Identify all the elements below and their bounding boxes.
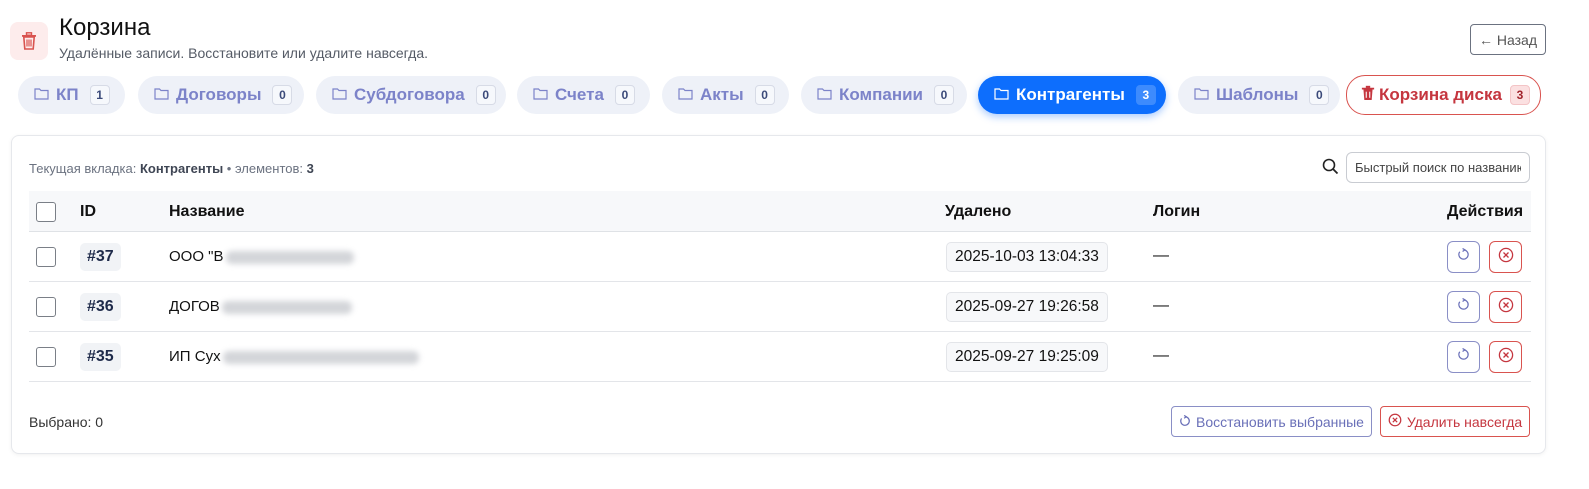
row-name-text: ООО "В xyxy=(169,248,224,265)
column-login[interactable]: Логин xyxy=(1153,203,1200,221)
column-deleted[interactable]: Удалено xyxy=(945,203,1011,221)
row-name: ООО "В xyxy=(169,248,354,265)
folder-icon xyxy=(678,85,693,105)
row-checkbox[interactable] xyxy=(36,347,56,367)
info-tab-name: Контрагенты xyxy=(139,161,224,176)
column-name[interactable]: Название xyxy=(169,203,245,221)
tab-invoices[interactable]: Счета 0 xyxy=(517,76,650,114)
row-name-text: ИП Сух xyxy=(169,348,221,365)
trash-icon xyxy=(10,22,48,60)
info-prefix: Текущая вкладка: xyxy=(29,161,137,176)
row-checkbox[interactable] xyxy=(36,247,56,267)
restore-button[interactable] xyxy=(1447,241,1480,273)
row-checkbox[interactable] xyxy=(36,297,56,317)
search-input[interactable] xyxy=(1346,152,1530,183)
current-tab-info: Текущая вкладка: Контрагенты • элементов… xyxy=(29,161,314,176)
row-login: — xyxy=(1153,247,1169,264)
tab-label: Субдоговора xyxy=(354,85,465,104)
tab-contracts[interactable]: Договоры 0 xyxy=(138,76,304,114)
tab-count-badge: 0 xyxy=(614,85,635,105)
restore-button[interactable] xyxy=(1447,291,1480,323)
selected-count: Выбрано: 0 xyxy=(29,414,104,430)
row-deleted-date: 2025-10-03 13:04:33 xyxy=(946,242,1108,272)
folder-icon xyxy=(154,85,169,105)
tab-count-badge: 3 xyxy=(1509,85,1530,105)
row-id: #37 xyxy=(80,243,121,271)
tab-label: Счета xyxy=(555,85,604,104)
row-name: ИП Сух xyxy=(169,348,419,365)
folder-icon xyxy=(332,85,347,105)
tab-count-badge: 0 xyxy=(475,85,496,105)
row-id: #36 xyxy=(80,293,121,321)
folder-icon xyxy=(817,85,832,105)
row-name: ДОГОВ xyxy=(169,298,352,315)
tab-count-badge: 3 xyxy=(1135,85,1156,105)
table-row: #35 ИП Сух 2025-09-27 19:25:09 — xyxy=(29,332,1531,382)
delete-button[interactable] xyxy=(1489,291,1522,323)
restore-selected-label: Восстановить выбранные xyxy=(1196,413,1364,430)
select-all-checkbox[interactable] xyxy=(36,202,56,222)
tab-count-badge: 1 xyxy=(89,85,110,105)
folder-icon xyxy=(1194,85,1209,105)
tab-count-badge: 0 xyxy=(754,85,775,105)
tab-label: Шаблоны xyxy=(1216,85,1299,104)
restore-selected-button[interactable]: Восстановить выбранные xyxy=(1171,406,1372,437)
tab-label: Договоры xyxy=(176,85,262,104)
table-header: ID Название Удалено Логин Действия xyxy=(29,191,1531,232)
tab-label: КП xyxy=(56,85,79,104)
info-separator: • элементов: xyxy=(226,161,304,176)
back-button[interactable]: ← Назад xyxy=(1470,24,1546,55)
page-title: Корзина xyxy=(59,14,151,41)
tab-counterparties[interactable]: Контрагенты 3 xyxy=(978,76,1166,114)
page-header: Корзина Удалённые записи. Восстановите и… xyxy=(10,14,428,61)
row-login: — xyxy=(1153,297,1169,314)
tab-subcontracts[interactable]: Субдоговора 0 xyxy=(316,76,506,114)
tab-label: Контрагенты xyxy=(1016,85,1125,104)
row-deleted-date: 2025-09-27 19:26:58 xyxy=(946,292,1108,322)
redacted-text xyxy=(225,250,354,264)
delete-forever-label: Удалить навсегда xyxy=(1406,413,1523,430)
trash-icon xyxy=(1361,85,1375,106)
table-row: #36 ДОГОВ 2025-09-27 19:26:58 — xyxy=(29,282,1531,332)
row-deleted-date: 2025-09-27 19:25:09 xyxy=(946,342,1108,372)
row-name-text: ДОГОВ xyxy=(169,298,220,315)
tab-companies[interactable]: Компании 0 xyxy=(801,76,967,114)
folder-icon xyxy=(34,85,49,105)
redacted-text xyxy=(221,300,352,314)
delete-button[interactable] xyxy=(1489,341,1522,373)
restore-icon xyxy=(1457,297,1470,316)
table-row: #37 ООО "В 2025-10-03 13:04:33 — xyxy=(29,232,1531,282)
search-icon xyxy=(1322,158,1339,180)
tab-acts[interactable]: Акты 0 xyxy=(662,76,789,114)
column-actions: Действия xyxy=(1447,203,1524,220)
delete-forever-button[interactable]: Удалить навсегда xyxy=(1380,406,1530,437)
delete-button[interactable] xyxy=(1489,241,1522,273)
tab-templates[interactable]: Шаблоны 0 xyxy=(1178,76,1340,114)
folder-icon xyxy=(994,85,1009,105)
page-subtitle: Удалённые записи. Восстановите или удали… xyxy=(59,45,429,61)
x-circle-icon xyxy=(1498,247,1514,268)
tab-label: Акты xyxy=(700,85,744,104)
restore-button[interactable] xyxy=(1447,341,1480,373)
tab-kp[interactable]: КП 1 xyxy=(18,76,125,114)
folder-icon xyxy=(533,85,548,105)
info-count: 3 xyxy=(306,161,314,176)
x-circle-icon xyxy=(1388,413,1402,430)
tab-count-badge: 0 xyxy=(1309,85,1330,105)
restore-icon xyxy=(1457,247,1470,266)
column-id[interactable]: ID xyxy=(80,203,96,221)
tab-label: Корзина диска xyxy=(1379,85,1502,104)
tab-count-badge: 0 xyxy=(272,85,293,105)
row-login: — xyxy=(1153,347,1169,364)
redacted-text xyxy=(222,350,419,364)
x-circle-icon xyxy=(1498,347,1514,368)
tab-count-badge: 0 xyxy=(934,85,955,105)
trash-card: Текущая вкладка: Контрагенты • элементов… xyxy=(11,135,1546,454)
restore-icon xyxy=(1179,414,1191,430)
tab-disk-trash[interactable]: Корзина диска 3 xyxy=(1346,75,1541,115)
row-id: #35 xyxy=(80,343,121,371)
restore-icon xyxy=(1457,347,1470,366)
x-circle-icon xyxy=(1498,297,1514,318)
tab-label: Компании xyxy=(839,85,924,104)
